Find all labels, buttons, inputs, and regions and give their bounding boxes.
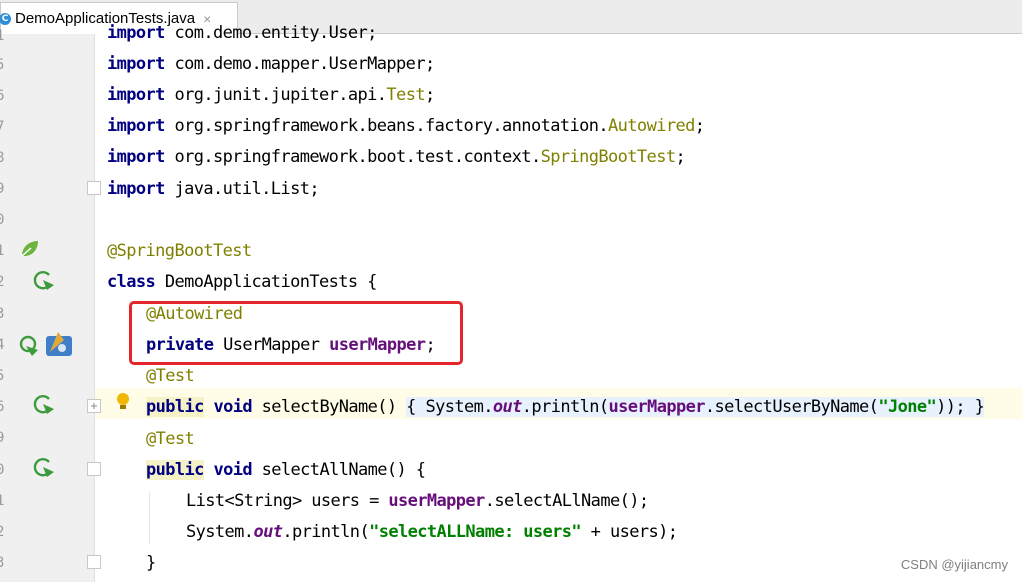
code-text: ; (424, 85, 435, 105)
code-text: DemoApplicationTests { (155, 272, 378, 292)
line-number: 1 (0, 243, 5, 259)
editor-gutter (0, 34, 95, 582)
line-number: 9 (0, 181, 5, 197)
line-number: 3 (0, 306, 5, 322)
code-line-import-test[interactable]: import org.junit.jupiter.api.Test; (107, 80, 435, 111)
keyword: public (146, 460, 204, 480)
field-name: userMapper (388, 491, 485, 511)
keyword: class (107, 272, 156, 292)
static-field: out (492, 397, 523, 417)
code-line-users-assignment[interactable]: List<String> users = userMapper.selectAL… (186, 486, 649, 517)
code-text: com.demo.entity.User; (164, 23, 377, 43)
field-name: userMapper (608, 397, 706, 417)
code-line-import-user[interactable]: import com.demo.entity.User; (107, 18, 377, 49)
string-literal: "Jone" (878, 397, 937, 417)
line-number: 1 (0, 493, 5, 509)
class-name: Test (386, 85, 425, 105)
keyword: import (107, 54, 165, 74)
keyword: import (107, 147, 165, 167)
line-number: 3 (0, 555, 5, 571)
string-literal: "selectALLName: users" (369, 522, 582, 542)
java-class-icon: C (0, 12, 11, 25)
code-text: selectAllName() { (252, 460, 426, 480)
folded-code: { System.out.println(userMapper.selectUs… (406, 397, 985, 417)
watermark: CSDN @yijiancmy (900, 557, 1008, 572)
run-test-icon[interactable] (32, 392, 56, 416)
class-name: Autowired (608, 116, 695, 136)
line-number: 0 (0, 462, 5, 478)
code-line-import-autowired[interactable]: import org.springframework.beans.factory… (107, 111, 705, 142)
spring-bean-icon[interactable] (18, 238, 40, 260)
keyword: import (107, 116, 165, 136)
code-text: { System. (406, 397, 493, 417)
code-line-import-usermapper[interactable]: import com.demo.mapper.UserMapper; (107, 49, 435, 80)
line-number: 6 (0, 88, 5, 104)
code-text: ; (675, 147, 686, 167)
code-text: + users); (581, 522, 678, 542)
code-text: org.springframework.boot.test.context. (164, 147, 541, 167)
keyword: import (107, 23, 165, 43)
code-line-annotation-springboottest[interactable]: @SpringBootTest (107, 236, 252, 267)
code-text: com.demo.mapper.UserMapper; (164, 54, 435, 74)
keyword: import (107, 179, 165, 199)
code-text: ; (694, 116, 705, 136)
line-number: 0 (0, 212, 5, 228)
code-text: org.junit.jupiter.api. (164, 85, 387, 105)
annotation: @SpringBootTest (107, 241, 252, 261)
fold-marker-icon[interactable] (87, 181, 101, 195)
code-line-method-selectbyname[interactable]: public void selectByName() { System.out.… (146, 392, 985, 423)
indent-guide (149, 492, 150, 544)
code-text: System. (186, 522, 254, 542)
code-line-method-selectallname[interactable]: public void selectAllName() { (146, 455, 426, 486)
line-number: 6 (0, 399, 5, 415)
fold-collapse-icon[interactable] (87, 462, 101, 476)
code-line-closing-brace[interactable]: } (146, 548, 156, 579)
run-test-icon[interactable] (32, 455, 56, 479)
code-text: } (146, 553, 156, 573)
fold-end-icon[interactable] (87, 555, 101, 569)
code-text: .println( (282, 522, 370, 542)
code-line-annotation-test[interactable]: @Test (146, 361, 195, 392)
lightbulb-icon[interactable] (114, 391, 132, 415)
code-line-import-list[interactable]: import java.util.List; (107, 174, 320, 205)
line-number: 9 (0, 430, 5, 446)
code-text: .selectUserByName( (704, 397, 879, 417)
class-name: SpringBootTest (540, 147, 676, 167)
code-text: List<String> users = (186, 491, 389, 511)
annotation: @Test (146, 429, 195, 449)
keyword: void (213, 460, 252, 480)
code-text: )); } (936, 397, 985, 417)
line-number: 2 (0, 524, 5, 540)
line-number: 4 (0, 337, 5, 353)
line-number: 2 (0, 274, 5, 290)
highlight-box (129, 301, 463, 365)
keyword: void (213, 397, 252, 417)
fold-expand-icon[interactable] (87, 399, 101, 413)
code-line-annotation-test[interactable]: @Test (146, 424, 195, 455)
autowired-navigation-icon[interactable] (18, 330, 76, 360)
code-text: .selectALlName(); (484, 491, 649, 511)
keyword: import (107, 85, 165, 105)
code-text: selectByName() (252, 397, 407, 417)
line-number: 5 (0, 368, 5, 384)
code-line-println-users[interactable]: System.out.println("selectALLName: users… (186, 517, 678, 548)
code-text: java.util.List; (164, 179, 319, 199)
line-number: 7 (0, 119, 5, 135)
line-number: 5 (0, 57, 5, 73)
code-text: .println( (521, 397, 609, 417)
keyword: public (146, 397, 204, 417)
code-line-class-declaration[interactable]: class DemoApplicationTests { (107, 267, 377, 298)
code-line-import-springboottest[interactable]: import org.springframework.boot.test.con… (107, 142, 686, 173)
run-test-icon[interactable] (32, 268, 56, 292)
line-number: 8 (0, 150, 5, 166)
static-field: out (253, 522, 283, 542)
code-text: org.springframework.beans.factory.annota… (164, 116, 609, 136)
annotation: @Test (146, 366, 195, 386)
line-number: 1 (0, 28, 5, 44)
